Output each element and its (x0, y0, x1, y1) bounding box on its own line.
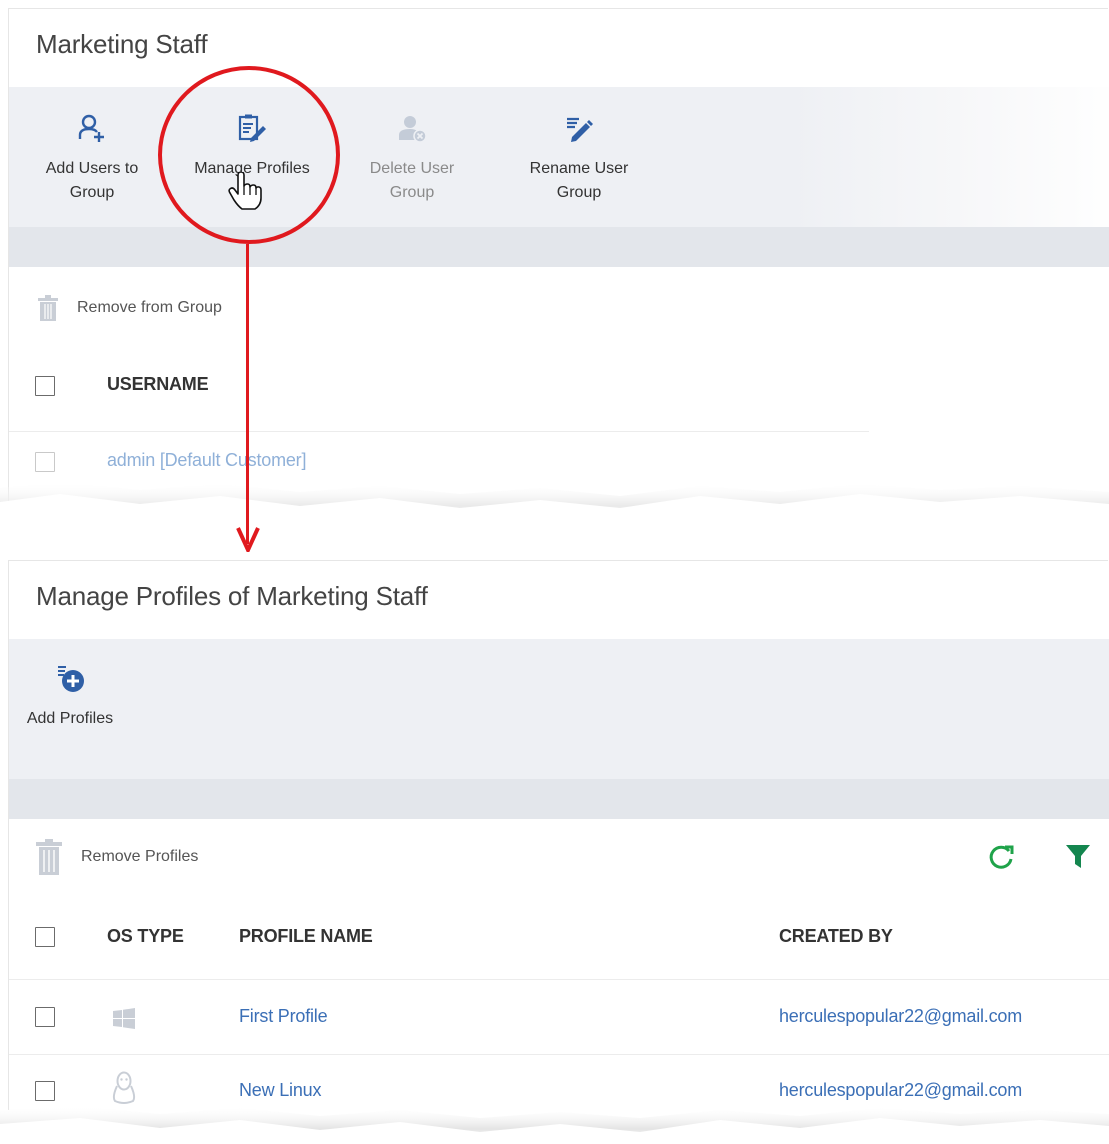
annotation-arrow-head (236, 527, 260, 552)
profile-name-link[interactable]: First Profile (239, 1006, 328, 1027)
delete-user-group-button[interactable]: Delete User Group (357, 113, 467, 205)
toolbar-fade (789, 87, 1109, 227)
rename-icon (564, 113, 594, 143)
column-header-created-by: CREATED BY (779, 926, 893, 946)
torn-edge-bottom (0, 1106, 1109, 1144)
delete-group-label-2: Group (389, 184, 435, 201)
add-users-label-1: Add Users to (45, 160, 139, 177)
row-checkbox[interactable] (35, 1081, 55, 1101)
remove-from-group-button[interactable]: Remove from Group (37, 295, 222, 321)
select-all-checkbox[interactable] (35, 927, 55, 947)
rename-user-group-button[interactable]: Rename User Group (519, 113, 639, 205)
select-all-checkbox[interactable] (35, 376, 55, 396)
add-users-to-group-button[interactable]: Add Users to Group (37, 113, 147, 205)
refresh-icon[interactable] (987, 843, 1015, 876)
annotation-arrow-line (246, 244, 249, 544)
row-checkbox[interactable] (35, 1007, 55, 1027)
remove-profiles-button[interactable]: Remove Profiles (35, 839, 198, 875)
column-header-os-type: OS TYPE (107, 926, 184, 946)
filter-icon[interactable] (1065, 843, 1091, 874)
add-user-icon (77, 113, 107, 143)
rename-group-label-1: Rename User (529, 160, 629, 177)
column-header-profile-name: PROFILE NAME (239, 926, 373, 946)
manage-profiles-icon (237, 113, 267, 143)
row-checkbox[interactable] (35, 452, 55, 472)
panel-title: Manage Profiles of Marketing Staff (36, 581, 428, 611)
add-profiles-button[interactable]: Add Profiles (15, 663, 125, 731)
delete-group-label-1: Delete User (369, 160, 455, 177)
username-link[interactable]: admin [Default Customer] (107, 450, 306, 471)
rename-group-label-2: Group (556, 184, 602, 201)
page-title: Marketing Staff (36, 29, 208, 59)
add-profile-icon (55, 663, 85, 693)
marketing-staff-panel: Marketing Staff Add Users to Group Manag… (8, 8, 1109, 508)
manage-profiles-button[interactable]: Manage Profiles (187, 113, 317, 181)
toolbar-subbar (9, 779, 1109, 819)
divider (9, 431, 869, 432)
hand-cursor-icon (228, 171, 262, 215)
toolbar-subbar (9, 227, 1109, 267)
remove-profiles-label: Remove Profiles (81, 848, 199, 865)
trash-icon (35, 839, 63, 875)
torn-edge-top (0, 482, 1109, 530)
created-by: herculespopular22@gmail.com (779, 1006, 1022, 1026)
windows-icon (113, 1008, 135, 1035)
column-header-username: USERNAME (107, 374, 209, 394)
profiles-toolbar: Add Profiles (9, 639, 1109, 779)
add-profiles-label: Add Profiles (26, 710, 114, 727)
delete-group-icon (397, 113, 427, 143)
remove-from-group-label: Remove from Group (77, 299, 222, 316)
add-users-label-2: Group (69, 184, 115, 201)
table-row[interactable]: First Profile herculespopular22@gmail.co… (9, 980, 1109, 1054)
profile-name-link[interactable]: New Linux (239, 1080, 321, 1101)
trash-icon (37, 295, 59, 321)
group-toolbar: Add Users to Group Manage Profiles Delet… (9, 87, 1109, 227)
manage-profiles-panel: Manage Profiles of Marketing Staff Add P… (8, 560, 1109, 1110)
created-by: herculespopular22@gmail.com (779, 1080, 1022, 1100)
